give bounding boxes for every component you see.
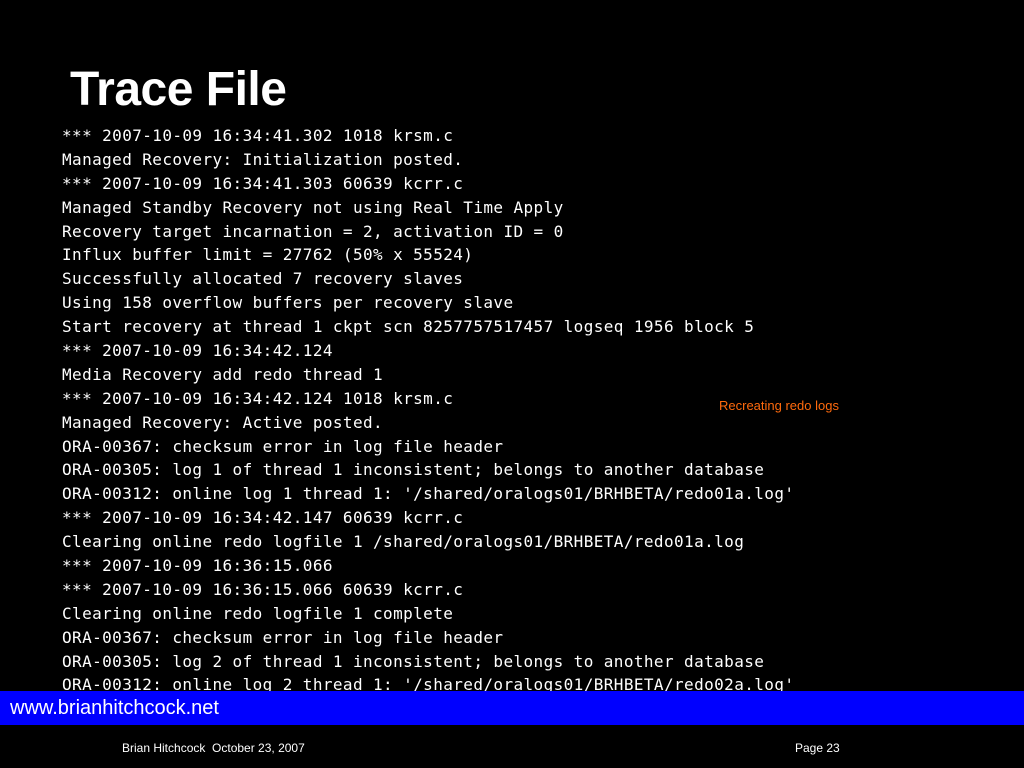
log-line: *** 2007-10-09 16:36:15.066 [62, 556, 333, 576]
url-bar: www.brianhitchcock.net [0, 691, 1024, 725]
page-number: Page 23 [795, 741, 840, 755]
log-line: Successfully allocated 7 recovery slaves [62, 269, 464, 289]
website-link[interactable]: www.brianhitchcock.net [10, 696, 219, 720]
log-line: ORA-00367: checksum error in log file he… [62, 627, 504, 647]
log-line: Managed Recovery: Initialization posted. [62, 149, 464, 169]
log-line: *** 2007-10-09 16:34:42.124 1018 krsm.c [62, 388, 454, 408]
log-line: ORA-00367: checksum error in log file he… [62, 436, 504, 456]
slide-title: Trace File [70, 63, 287, 116]
log-line: *** 2007-10-09 16:34:42.124 [62, 341, 333, 361]
trace-log: *** 2007-10-09 16:34:41.302 1018 krsm.c M… [62, 124, 794, 697]
slide: Trace File *** 2007-10-09 16:34:41.302 1… [0, 0, 1024, 768]
log-line: ORA-00305: log 1 of thread 1 inconsisten… [62, 460, 765, 480]
footer-author-date: Brian Hitchcock October 23, 2007 [122, 741, 305, 755]
log-line: *** 2007-10-09 16:34:41.303 60639 kcrr.c [62, 173, 464, 193]
log-line: Media Recovery add redo thread 1 [62, 364, 384, 384]
log-line: Managed Standby Recovery not using Real … [62, 197, 564, 217]
annotation-label: Recreating redo logs [719, 398, 839, 413]
log-line: *** 2007-10-09 16:36:15.066 60639 kcrr.c [62, 579, 464, 599]
log-line: *** 2007-10-09 16:34:42.147 60639 kcrr.c [62, 508, 464, 528]
log-line: Influx buffer limit = 27762 (50% x 55524… [62, 245, 474, 265]
log-line: Managed Recovery: Active posted. [62, 412, 384, 432]
log-line: Clearing online redo logfile 1 complete [62, 603, 454, 623]
log-line: *** 2007-10-09 16:34:41.302 1018 krsm.c [62, 126, 454, 145]
log-line: Recovery target incarnation = 2, activat… [62, 221, 564, 241]
log-line: ORA-00312: online log 1 thread 1: '/shar… [62, 484, 795, 504]
log-line: Clearing online redo logfile 1 /shared/o… [62, 532, 745, 552]
log-line: Using 158 overflow buffers per recovery … [62, 293, 514, 313]
log-line: ORA-00305: log 2 of thread 1 inconsisten… [62, 651, 765, 671]
log-line: Start recovery at thread 1 ckpt scn 8257… [62, 317, 755, 337]
